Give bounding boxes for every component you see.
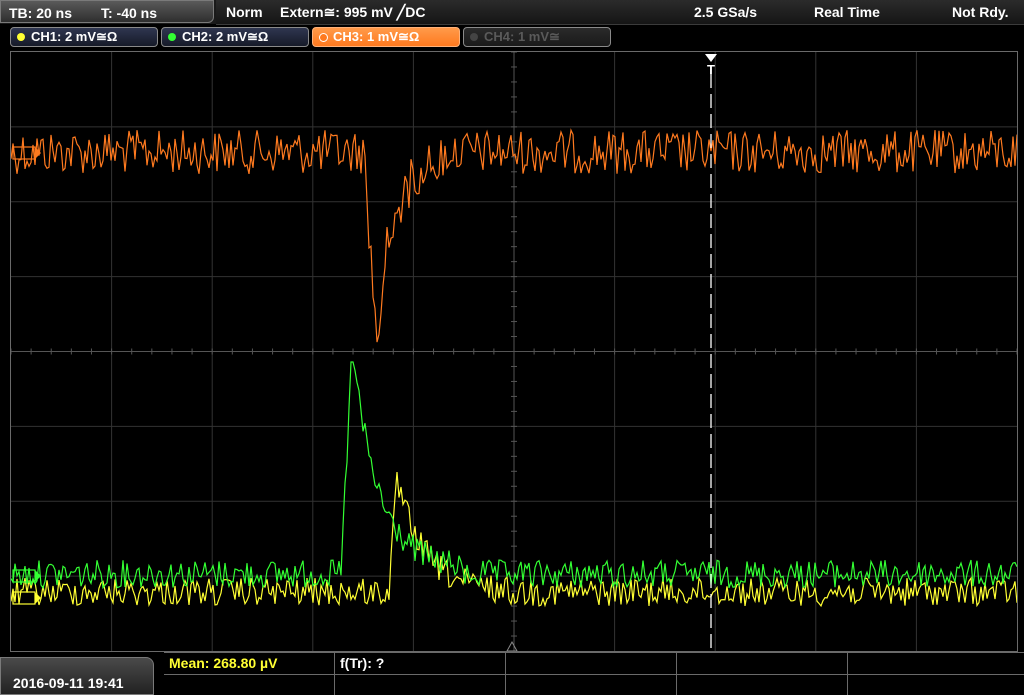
timebase-box[interactable]: TB: 20 ns T: -40 ns [0,0,214,23]
tab-ch3[interactable]: CH3: 1 mV≅Ω [312,27,460,47]
oscilloscope-screen: TB: 20 ns T: -40 ns Norm Extern≅: 995 mV… [0,0,1024,695]
ch3-indicator-icon [319,33,328,42]
waveform-display[interactable]: T [10,51,1018,652]
trigger-marker-label: T [707,62,715,77]
measurement-slot-8 [677,675,848,695]
datetime-box: 2016-09-11 19:41 [0,657,154,695]
datetime-label: 2016-09-11 19:41 [13,675,124,691]
status-bar: TB: 20 ns T: -40 ns Norm Extern≅: 995 mV… [0,0,1024,25]
acquisition-mode-label[interactable]: Real Time [814,0,880,24]
horizontal-reference-icon [506,640,518,651]
sample-rate-label: 2.5 GSa/s [694,4,758,20]
measurement-slot-6 [335,675,506,695]
measurement-slot-7 [506,675,677,695]
run-state-label: Not Rdy. [952,4,1009,20]
ch4-indicator-icon [470,33,478,41]
ftr-measurement[interactable]: f(Tr): ? [335,653,506,674]
mean-measurement[interactable]: Mean: 268.80 µV [164,653,335,674]
measurement-slot-3 [506,653,677,674]
ch1-label: CH1: 2 mV≅Ω [31,29,118,44]
tab-ch1[interactable]: CH1: 2 mV≅Ω [10,27,158,47]
ch3-label: CH3: 1 mV≅Ω [333,29,420,44]
ch1-indicator-icon [17,33,25,41]
trigger-time-label: T: -40 ns [101,5,158,21]
waveform-canvas: T [11,52,1017,651]
tab-ch4[interactable]: CH4: 1 mV≅ [463,27,611,47]
tab-ch2[interactable]: CH2: 2 mV≅Ω [161,27,309,47]
ch2-label: CH2: 2 mV≅Ω [182,29,269,44]
measurement-bar: 2016-09-11 19:41 Mean: 268.80 µV f(Tr): … [0,652,1024,695]
measurement-slot-5 [164,675,335,695]
timebase-label: TB: 20 ns [9,5,73,21]
trigger-mode-label[interactable]: Norm [226,0,263,24]
trigger-source-label[interactable]: Extern≅: 995 mV ╱DC [280,0,425,24]
channel-tabs: CH1: 2 mV≅Ω CH2: 2 mV≅Ω CH3: 1 mV≅Ω CH4:… [0,25,1024,49]
measurement-table: Mean: 268.80 µV f(Tr): ? [164,652,1024,695]
ch4-label: CH4: 1 mV≅ [484,29,560,44]
ch2-indicator-icon [168,33,176,41]
acquisition-strip: Norm Extern≅: 995 mV ╱DC 2.5 GSa/s Real … [216,0,1024,25]
measurement-slot-4 [677,653,848,674]
ch3-offset-marker-icon[interactable] [12,146,41,160]
